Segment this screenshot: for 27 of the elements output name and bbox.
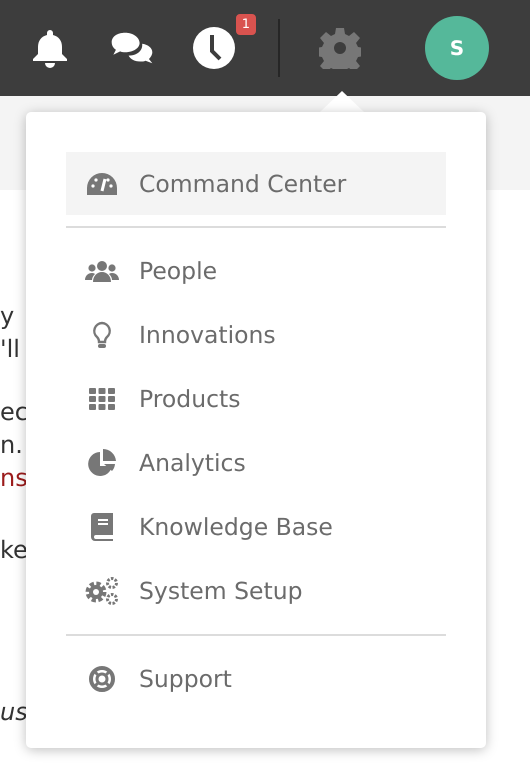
body-text: ke xyxy=(0,535,28,566)
clock-icon[interactable] xyxy=(192,26,236,70)
grid-icon xyxy=(89,388,115,410)
menu-item[interactable]: Products xyxy=(66,367,446,431)
menu-item[interactable]: Knowledge Base xyxy=(66,495,446,559)
lifebuoy-icon xyxy=(88,665,116,693)
body-text: 'll xyxy=(0,334,20,365)
menu-item[interactable]: Support xyxy=(66,647,446,711)
menu-item[interactable]: People xyxy=(66,239,446,303)
menu-item[interactable]: Command Center xyxy=(66,152,446,215)
lightbulb-icon xyxy=(92,321,112,349)
menu-item[interactable]: Analytics xyxy=(66,431,446,495)
body-text: us xyxy=(0,697,28,728)
body-text: y xyxy=(0,301,14,332)
menu-item[interactable]: System Setup xyxy=(66,559,446,623)
text-link[interactable]: ns xyxy=(0,462,28,495)
gauge-icon xyxy=(87,172,117,194)
body-text: n. xyxy=(0,430,23,461)
notification-badge: 1 xyxy=(236,14,256,35)
pie-chart-icon xyxy=(88,449,116,477)
book-icon xyxy=(91,513,113,541)
body-text: ec xyxy=(0,397,28,428)
gears-icon xyxy=(85,577,119,605)
settings-icon[interactable] xyxy=(319,27,361,69)
menu-item[interactable]: Innovations xyxy=(66,303,446,367)
bell-icon[interactable] xyxy=(32,28,68,68)
people-icon xyxy=(85,260,119,282)
